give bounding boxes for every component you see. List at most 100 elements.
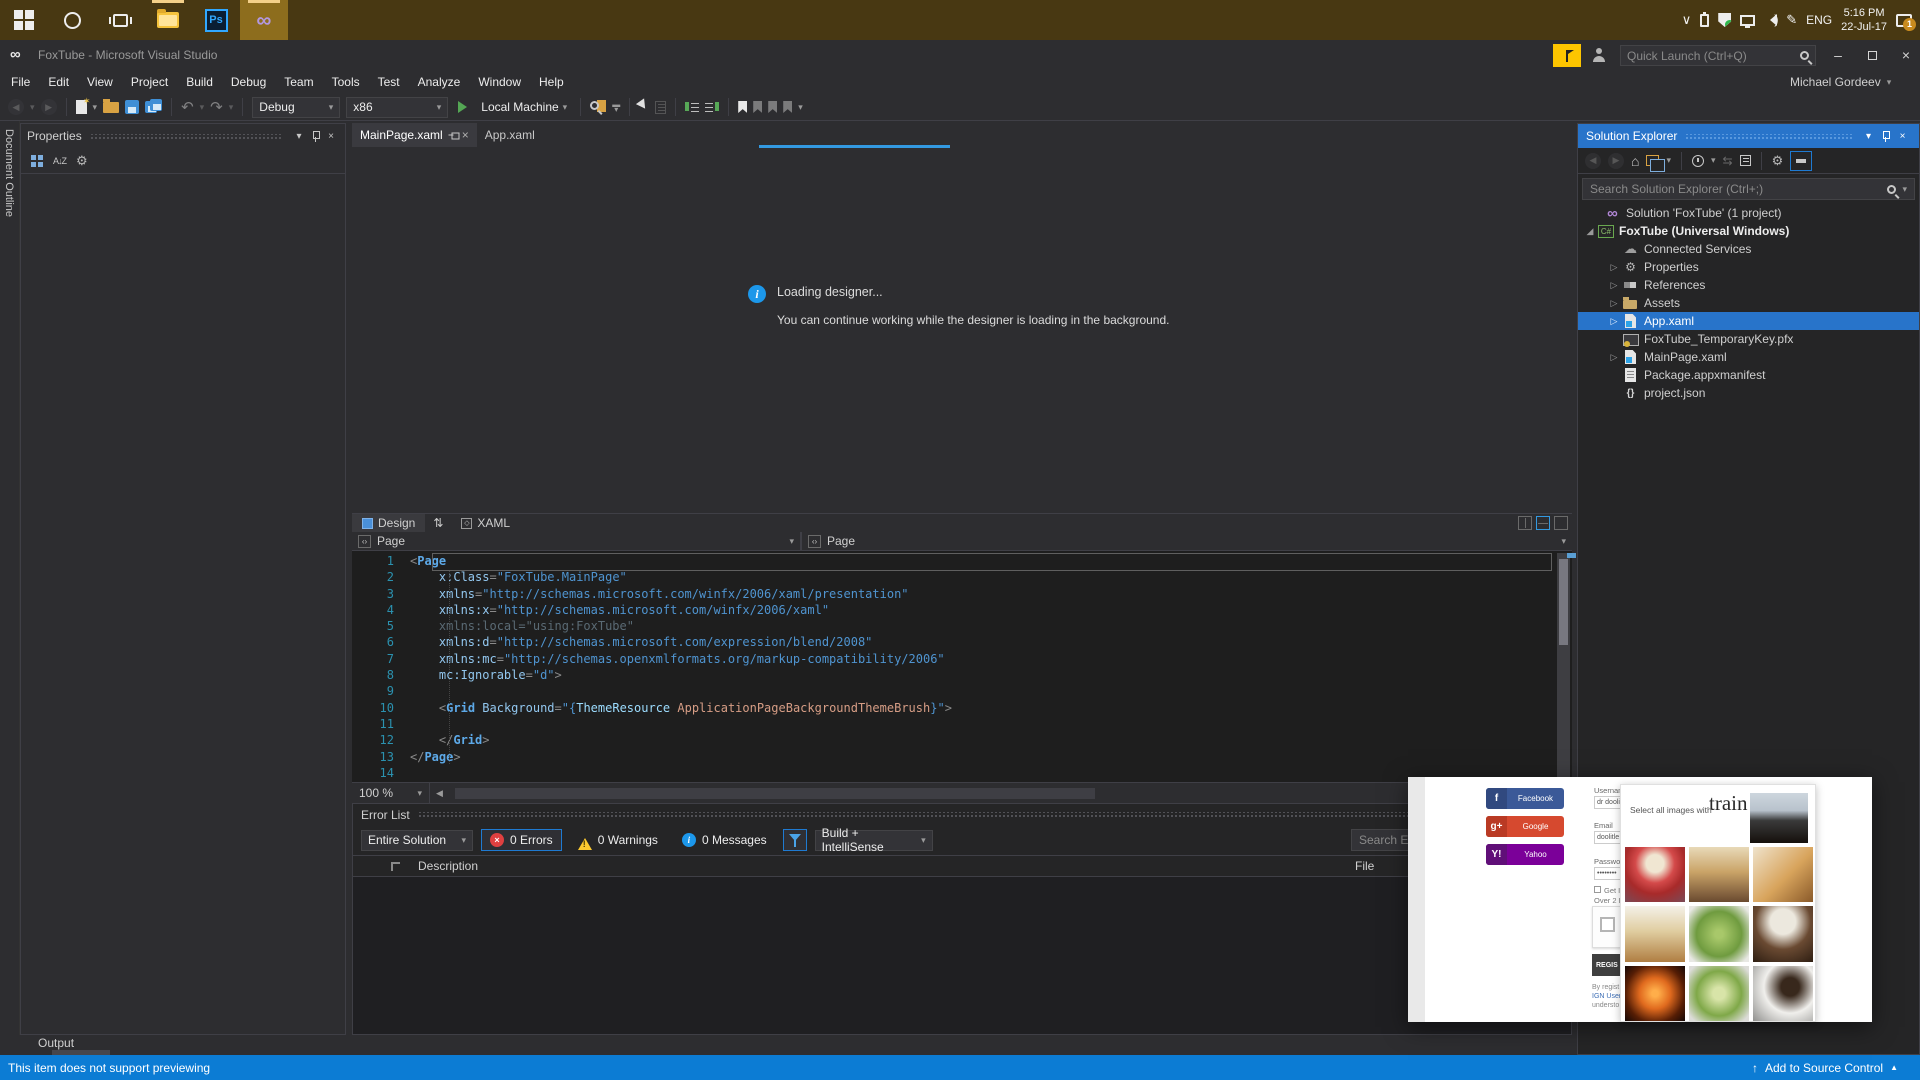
categorized-view-button[interactable] xyxy=(31,154,43,167)
close-button[interactable]: × xyxy=(1890,42,1920,68)
expander-icon[interactable]: ▷ xyxy=(1606,352,1622,363)
menu-team[interactable]: Team xyxy=(275,72,322,92)
properties-panel-header[interactable]: Properties ▾ × xyxy=(21,124,345,148)
tree-item-app-xaml[interactable]: ▷ App.xaml xyxy=(1578,312,1919,330)
navigate-backward-button[interactable]: ◀ xyxy=(8,99,24,115)
menu-test[interactable]: Test xyxy=(369,72,409,92)
close-icon[interactable]: × xyxy=(462,128,469,142)
pending-changes-filter-button[interactable] xyxy=(1692,154,1704,167)
alphabetical-sort-button[interactable]: A↓Z xyxy=(53,156,67,166)
start-debugging-button[interactable]: Local Machine ▾ xyxy=(454,100,571,114)
network-icon[interactable] xyxy=(1740,14,1756,28)
tray-clock[interactable]: 5:16 PM 22-Jul-17 xyxy=(1841,6,1887,34)
menu-analyze[interactable]: Analyze xyxy=(409,72,470,92)
menu-view[interactable]: View xyxy=(78,72,122,92)
tree-item-foxtube-universal-windows[interactable]: ◢ C# FoxTube (Universal Windows) xyxy=(1578,222,1919,240)
severity-column-icon[interactable] xyxy=(391,861,400,871)
tab-app-xaml[interactable]: App.xaml xyxy=(477,123,543,147)
back-button[interactable]: ◀ xyxy=(1585,152,1601,169)
expander-icon[interactable]: ▷ xyxy=(1606,280,1622,291)
window-position-chevron[interactable]: ▾ xyxy=(1860,131,1877,142)
menu-window[interactable]: Window xyxy=(469,72,530,92)
new-file-button[interactable]: ✶ xyxy=(75,96,91,114)
captcha-image-salad-bowl[interactable] xyxy=(1689,965,1749,1021)
feedback-flag-button[interactable] xyxy=(1553,44,1581,67)
visual-studio-button[interactable]: ∞ xyxy=(240,0,288,40)
document-outline-tab[interactable]: Document Outline xyxy=(0,121,20,1035)
error-list-header[interactable]: Error List xyxy=(353,804,1571,825)
collapse-all-button[interactable] xyxy=(1739,155,1751,166)
pin-icon[interactable] xyxy=(307,130,323,142)
clear-bookmarks-button[interactable] xyxy=(783,101,793,113)
minimize-button[interactable]: – xyxy=(1822,42,1854,68)
task-view-button[interactable] xyxy=(96,0,144,40)
pin-icon[interactable] xyxy=(1877,130,1894,142)
photoshop-button[interactable]: Ps xyxy=(192,0,240,40)
tree-item-solution-foxtube-1-project[interactable]: ∞ Solution 'FoxTube' (1 project) xyxy=(1578,204,1919,222)
window-position-chevron[interactable]: ▾ xyxy=(291,131,307,142)
split-grip[interactable] xyxy=(1567,553,1576,558)
scrollbar-thumb[interactable] xyxy=(454,787,1095,799)
error-list-rows[interactable] xyxy=(353,877,1571,1034)
legal-link[interactable]: IGN User xyxy=(1592,993,1621,1000)
solution-explorer-header[interactable]: Solution Explorer ▾ × xyxy=(1578,124,1919,148)
tree-item-references[interactable]: ▷ References xyxy=(1578,276,1919,294)
restore-button[interactable] xyxy=(1856,42,1888,68)
home-button[interactable]: ⌂ xyxy=(1631,153,1639,169)
captcha-image-glowing-fruit-bowl[interactable] xyxy=(1625,965,1685,1021)
navigate-forward-button[interactable]: ▶ xyxy=(40,99,57,115)
menu-tools[interactable]: Tools xyxy=(323,72,369,92)
toolbar-options-chevron[interactable]: ▾ xyxy=(798,102,803,113)
save-button[interactable] xyxy=(125,100,140,114)
defender-shield-icon[interactable]: ✓ xyxy=(1718,13,1732,27)
find-in-files-button[interactable] xyxy=(590,99,607,115)
solution-platform-dropdown[interactable]: x86 ▾ xyxy=(346,96,449,118)
tab-xaml[interactable]: ◇ XAML xyxy=(451,514,520,533)
tree-item-package-appxmanifest[interactable]: Package.appxmanifest xyxy=(1578,366,1919,384)
redo-button[interactable]: ↷ xyxy=(210,98,223,116)
tree-item-mainpage-xaml[interactable]: ▷ MainPage.xaml xyxy=(1578,348,1919,366)
tab-output[interactable]: Output xyxy=(38,1036,74,1050)
quick-launch-input[interactable]: Quick Launch (Ctrl+Q) xyxy=(1620,45,1816,66)
send-feedback-icon[interactable] xyxy=(1592,48,1606,62)
recaptcha-checkbox[interactable] xyxy=(1600,917,1615,932)
collapse-pane-button[interactable] xyxy=(1554,516,1568,530)
tree-item-project-json[interactable]: {} project.json xyxy=(1578,384,1919,402)
expander-icon[interactable]: ▷ xyxy=(1606,298,1622,309)
vertical-scrollbar[interactable] xyxy=(1557,553,1576,780)
signed-in-user[interactable]: Michael Gordeev ▾ xyxy=(1790,70,1891,94)
forward-button[interactable]: ▶ xyxy=(1608,152,1624,169)
element-dropdown-left[interactable]: ‹› Page ▾ xyxy=(352,532,800,550)
menu-debug[interactable]: Debug xyxy=(222,72,275,92)
captcha-image-pancakes-coffee[interactable] xyxy=(1753,847,1813,903)
properties-button[interactable]: ⚙ xyxy=(1772,153,1784,169)
menu-build[interactable]: Build xyxy=(177,72,222,92)
scroll-left-arrow[interactable]: ◀ xyxy=(430,788,449,799)
scrollbar-thumb[interactable] xyxy=(1559,559,1568,645)
show-hidden-icons-chevron[interactable]: ∨ xyxy=(1682,12,1692,28)
solution-configuration-dropdown[interactable]: Debug ▾ xyxy=(252,96,341,118)
toggle-bookmark-button[interactable] xyxy=(738,101,748,113)
copy-button[interactable] xyxy=(655,100,667,114)
column-description[interactable]: Description xyxy=(418,859,478,873)
xaml-designer-surface[interactable]: i Loading designer... You can continue w… xyxy=(352,147,1572,513)
previous-bookmark-button[interactable] xyxy=(753,101,763,113)
captcha-image-breakfast-plate[interactable] xyxy=(1625,906,1685,962)
menu-file[interactable]: File xyxy=(2,72,39,92)
tab-mainpage-xaml[interactable]: MainPage.xaml × xyxy=(352,123,477,147)
vertical-split-button[interactable] xyxy=(1518,516,1532,530)
zoom-level-dropdown[interactable]: 100 % ▾ xyxy=(352,782,430,804)
volume-icon[interactable] xyxy=(1764,12,1779,27)
file-explorer-button[interactable] xyxy=(144,0,192,40)
intellisense-filter-button[interactable] xyxy=(782,829,807,851)
captcha-image-strawberry-cake[interactable] xyxy=(1625,847,1685,903)
source-filter-dropdown[interactable]: Build + IntelliSense ▾ xyxy=(814,826,933,854)
start-button[interactable] xyxy=(0,0,48,40)
add-to-source-control-button[interactable]: ↑ Add to Source Control ▲ xyxy=(1752,1061,1912,1075)
solution-explorer-search-input[interactable]: Search Solution Explorer (Ctrl+;) ▾ xyxy=(1582,178,1915,200)
decrease-indent-button[interactable] xyxy=(685,101,700,113)
next-bookmark-button[interactable] xyxy=(768,101,778,113)
expander-icon[interactable]: ◢ xyxy=(1582,226,1598,237)
menu-project[interactable]: Project xyxy=(122,72,177,92)
horizontal-scrollbar[interactable] xyxy=(448,786,1572,800)
